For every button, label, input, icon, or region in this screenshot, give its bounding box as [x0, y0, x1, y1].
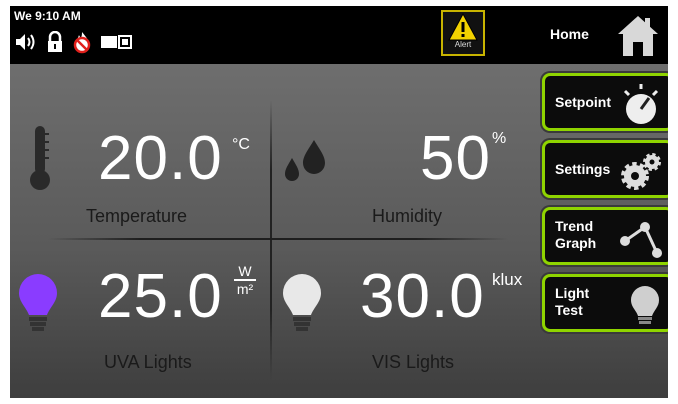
temperature-unit: °C — [232, 136, 250, 153]
no-fire-icon — [70, 30, 94, 59]
settings-label: Settings — [555, 161, 611, 177]
horizontal-divider — [48, 238, 508, 240]
water-drops-icon — [280, 138, 328, 193]
uva-value: 25.0 — [98, 262, 223, 331]
lock-icon — [46, 30, 64, 58]
vertical-divider — [270, 100, 272, 380]
warning-icon — [448, 12, 478, 41]
uva-bulb-icon — [16, 272, 60, 339]
trend-graph-label: Trend Graph — [555, 218, 596, 252]
home-button[interactable] — [616, 12, 660, 58]
temperature-label: Temperature — [86, 206, 188, 226]
alert-label: Alert — [454, 40, 472, 49]
uva-unit-denominator: m² — [236, 281, 254, 297]
home-icon — [618, 16, 658, 56]
battery-icon — [100, 33, 132, 56]
status-bar: We 9:10 AM Alert Home — [10, 6, 668, 64]
vis-value: 30.0 — [360, 262, 485, 331]
humidity-unit: % — [492, 130, 507, 147]
status-icons — [14, 30, 132, 59]
humidity-label: Humidity — [372, 206, 443, 226]
vis-label: VIS Lights — [372, 352, 455, 372]
thermometer-icon — [28, 124, 52, 197]
uva-unit: W m² — [234, 264, 256, 297]
dial-icon — [623, 84, 659, 124]
settings-button[interactable]: Settings — [542, 140, 668, 198]
setpoint-button[interactable]: Setpoint — [542, 73, 668, 131]
light-test-label: Light Test — [555, 285, 589, 319]
setpoint-label: Setpoint — [555, 94, 611, 110]
trend-label-line1: Trend — [555, 218, 594, 234]
touch-screen: We 9:10 AM Alert Home 20.0 °C Temperatur… — [10, 6, 668, 398]
trend-graph-button[interactable]: Trend Graph — [542, 207, 668, 265]
uva-unit-numerator: W — [234, 264, 256, 281]
alert-button[interactable]: Alert — [441, 10, 485, 56]
vis-unit: klux — [492, 270, 523, 289]
trend-graph-icon — [620, 222, 662, 258]
trend-label-line2: Graph — [555, 235, 597, 251]
vis-bulb-icon — [280, 272, 324, 339]
speaker-icon — [14, 32, 40, 57]
uva-label: UVA Lights — [104, 352, 192, 372]
temperature-value: 20.0 — [98, 124, 223, 193]
light-test-label-line2: Test — [555, 302, 583, 318]
humidity-value: 50 — [420, 124, 491, 193]
clock: We 9:10 AM — [14, 9, 81, 23]
light-test-label-line1: Light — [555, 285, 590, 301]
light-bulb-icon — [631, 286, 659, 324]
light-test-button[interactable]: Light Test — [542, 274, 668, 332]
gears-icon — [621, 153, 661, 190]
home-label[interactable]: Home — [550, 26, 589, 42]
